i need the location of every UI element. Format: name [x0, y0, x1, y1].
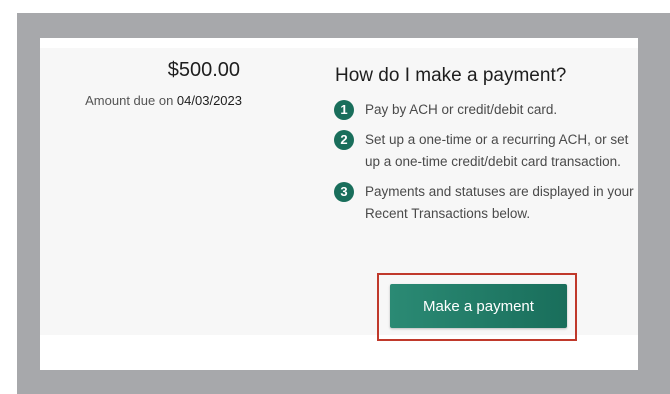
payment-step: 1 Pay by ACH or credit/debit card.	[334, 99, 634, 121]
payment-card: $500.00 Amount due on 04/03/2023 How do …	[40, 38, 638, 370]
step-number-badge: 1	[334, 100, 354, 120]
amount-due-caption: Amount due on 04/03/2023	[85, 93, 242, 108]
make-payment-button[interactable]: Make a payment	[390, 284, 567, 328]
payment-step: 3 Payments and statuses are displayed in…	[334, 181, 634, 225]
payment-help-title: How do I make a payment?	[335, 65, 567, 86]
amount-due-label: Amount due on	[85, 93, 177, 108]
due-date: 04/03/2023	[176, 93, 242, 108]
step-number-badge: 3	[334, 182, 354, 202]
step-text: Set up a one-time or a recurring ACH, or…	[365, 132, 629, 169]
amount-due-value: $500.00	[167, 59, 240, 81]
payment-panel: $500.00 Amount due on 04/03/2023 How do …	[40, 48, 638, 341]
step-text: Pay by ACH or credit/debit card.	[365, 102, 558, 117]
payment-step: 2 Set up a one-time or a recurring ACH, …	[334, 129, 634, 173]
step-text: Payments and statuses are displayed in y…	[365, 184, 634, 221]
step-number-badge: 2	[334, 130, 354, 150]
payment-steps-list: 1 Pay by ACH or credit/debit card. 2 Set…	[334, 99, 634, 233]
